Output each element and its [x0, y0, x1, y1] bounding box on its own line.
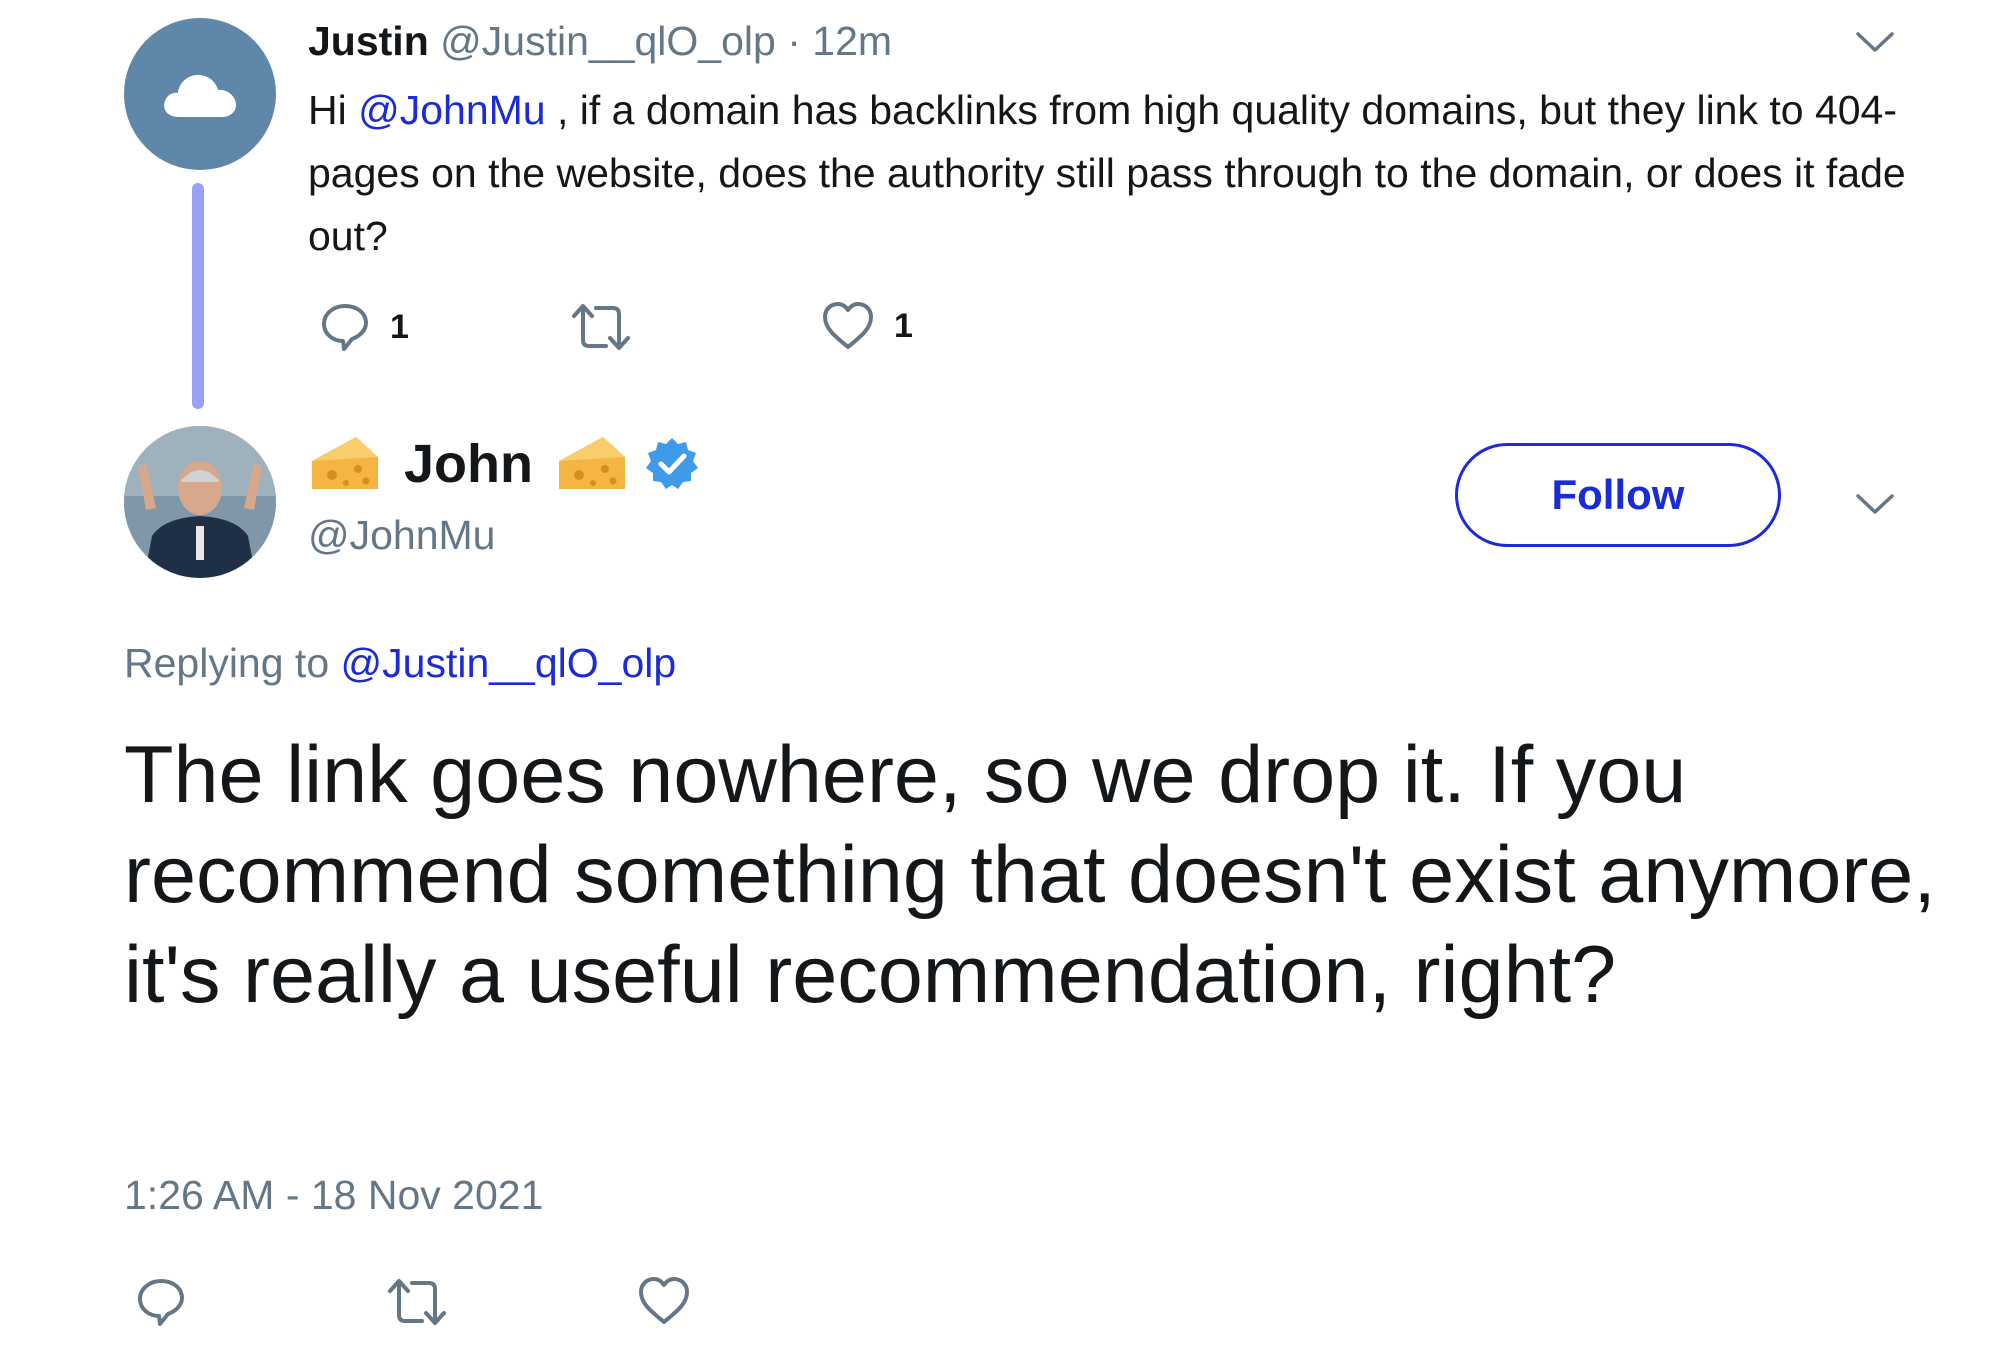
- mention-link[interactable]: @JohnMu: [358, 87, 545, 133]
- replying-to-handle[interactable]: @Justin__qlO_olp: [341, 640, 677, 686]
- reply-author-row: John: [308, 424, 701, 504]
- separator-dot: ·: [787, 18, 801, 64]
- parent-tweet-time[interactable]: 12m: [812, 18, 892, 64]
- parent-text-body: , if a domain has backlinks from high qu…: [308, 87, 1906, 259]
- parent-text-prefix: Hi: [308, 87, 359, 133]
- cheese-icon: [312, 437, 378, 489]
- parent-author-handle[interactable]: @Justin__qlO_olp: [440, 18, 776, 64]
- cheese-icon: [559, 437, 625, 489]
- avatar-photo: [124, 426, 276, 578]
- verified-badge-icon: [646, 438, 698, 489]
- avatar-john[interactable]: [124, 426, 276, 578]
- reply-tweet-text: The link goes nowhere, so we drop it. If…: [124, 730, 1936, 1020]
- reply-action[interactable]: 1: [318, 300, 409, 354]
- replying-to-label: Replying to: [124, 640, 330, 686]
- reply-count: 1: [390, 307, 409, 346]
- parent-tweet-text: Hi @JohnMu , if a domain has backlinks f…: [308, 79, 1908, 268]
- retweet-action[interactable]: [386, 1275, 448, 1329]
- heart-icon: [639, 1277, 689, 1324]
- replying-to: Replying to @Justin__qlO_olp: [124, 640, 676, 687]
- like-action[interactable]: [636, 1275, 692, 1327]
- cloud-icon: [164, 74, 236, 117]
- parent-author-name[interactable]: Justin: [308, 18, 429, 64]
- retweet-icon: [388, 1279, 446, 1325]
- reply-tweet-actions: [124, 1275, 824, 1335]
- avatar-justin[interactable]: [124, 18, 276, 170]
- like-action[interactable]: 1: [820, 300, 913, 352]
- reply-icon: [322, 304, 368, 351]
- reply-action[interactable]: [134, 1275, 188, 1329]
- like-count: 1: [894, 306, 913, 345]
- follow-button[interactable]: Follow: [1455, 443, 1781, 547]
- parent-tweet-actions: 1 1: [308, 300, 1008, 360]
- chevron-down-icon[interactable]: [1855, 30, 1895, 54]
- heart-icon: [823, 302, 873, 349]
- parent-tweet-header: Justin @Justin__qlO_olp · 12m: [308, 16, 892, 66]
- thread-connector: [192, 183, 204, 409]
- reply-author-name[interactable]: John: [404, 433, 533, 495]
- retweet-icon: [572, 304, 630, 350]
- reply-author-handle[interactable]: @JohnMu: [308, 512, 495, 559]
- retweet-action[interactable]: [570, 300, 632, 354]
- reply-timestamp[interactable]: 1:26 AM - 18 Nov 2021: [124, 1172, 543, 1219]
- reply-icon: [138, 1279, 184, 1326]
- chevron-down-icon[interactable]: [1855, 492, 1895, 516]
